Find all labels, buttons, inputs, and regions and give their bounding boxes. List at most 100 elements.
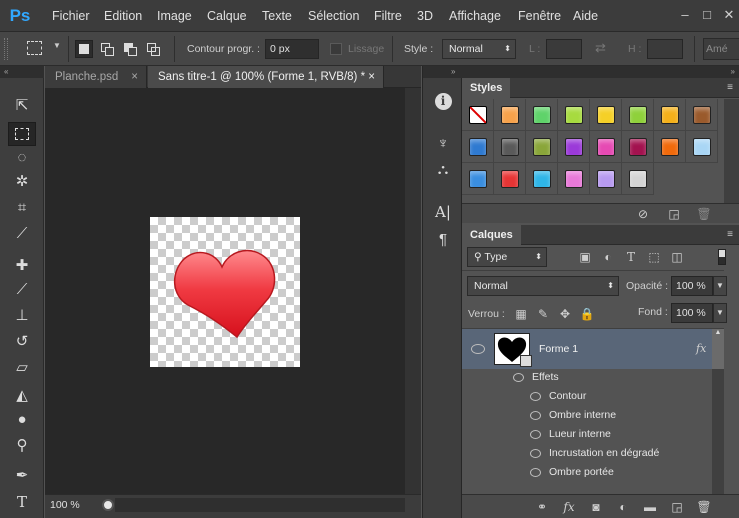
maximize-button[interactable]: □: [697, 6, 717, 24]
lock-pixels-icon[interactable]: ✎: [535, 306, 551, 322]
menu-texte[interactable]: Texte: [262, 0, 292, 32]
magic-wand-tool-icon[interactable]: ✲: [8, 170, 36, 194]
layer-fx-icon[interactable]: fx: [696, 329, 706, 369]
healing-brush-tool-icon[interactable]: ✚: [8, 254, 36, 278]
menu-3d[interactable]: 3D: [417, 0, 433, 32]
lasso-tool-icon[interactable]: ◌: [8, 146, 36, 170]
status-info-icon[interactable]: [102, 499, 114, 511]
eraser-tool-icon[interactable]: ▱: [8, 356, 36, 380]
chevron-down-icon[interactable]: ▼: [713, 303, 727, 323]
menu-selection[interactable]: Sélection: [308, 0, 359, 32]
intersect-selection-button[interactable]: [144, 40, 162, 58]
subtract-selection-button[interactable]: [121, 40, 139, 58]
menu-filtre[interactable]: Filtre: [374, 0, 402, 32]
paint-bucket-tool-icon[interactable]: ◭: [8, 384, 36, 408]
new-selection-button[interactable]: [75, 40, 93, 58]
visibility-eye-icon[interactable]: [530, 392, 541, 401]
menu-edition[interactable]: Edition: [104, 0, 142, 32]
visibility-eye-icon[interactable]: [530, 468, 541, 477]
add-style-icon[interactable]: fx: [561, 499, 577, 515]
fill-input[interactable]: 100 %: [671, 303, 713, 323]
lock-transparent-icon[interactable]: ▦: [513, 306, 529, 322]
zoom-level[interactable]: 100 %: [50, 495, 80, 515]
swap-icon[interactable]: ⇄: [595, 40, 606, 56]
style-preset-cell[interactable]: [622, 163, 654, 195]
rectangular-marquee-tool-icon[interactable]: [8, 122, 36, 146]
brush-tool-icon[interactable]: ⟋: [8, 278, 36, 302]
layer-filter-select[interactable]: ⚲ Type ⬍: [467, 247, 547, 267]
style-preset-cell[interactable]: [654, 131, 686, 163]
new-adjustment-icon[interactable]: ◐: [615, 499, 631, 515]
style-preset-cell[interactable]: [590, 99, 622, 131]
eyedropper-tool-icon[interactable]: ⟋: [8, 222, 36, 246]
new-group-icon[interactable]: ▬: [642, 499, 658, 515]
link-layers-icon[interactable]: ⚭: [534, 499, 550, 515]
menu-image[interactable]: Image: [157, 0, 192, 32]
crop-tool-icon[interactable]: ⌗: [8, 196, 36, 220]
visibility-eye-icon[interactable]: [530, 449, 541, 458]
layers-scrollbar[interactable]: [712, 369, 724, 494]
filter-type-icon[interactable]: T: [623, 249, 639, 265]
style-preset-cell[interactable]: [558, 163, 590, 195]
style-preset-cell[interactable]: [462, 163, 494, 195]
effect-row-contour[interactable]: Contour: [462, 387, 718, 406]
visibility-eye-icon[interactable]: [530, 411, 541, 420]
layer-row-forme-1[interactable]: Forme 1 fx: [462, 329, 712, 369]
paragraph-icon[interactable]: ¶: [431, 228, 455, 252]
style-preset-cell[interactable]: [526, 163, 558, 195]
collapse-icon[interactable]: »: [462, 66, 739, 78]
clear-style-icon[interactable]: ⊘: [635, 206, 651, 222]
style-preset-cell[interactable]: [462, 131, 494, 163]
style-preset-cell[interactable]: [590, 163, 622, 195]
style-preset-cell[interactable]: [462, 99, 494, 131]
effect-row-ombre-interne[interactable]: Ombre interne: [462, 406, 718, 425]
close-icon[interactable]: ×: [368, 66, 375, 88]
layer-name[interactable]: Forme 1: [539, 329, 578, 369]
height-input[interactable]: [647, 39, 683, 59]
width-input[interactable]: [546, 39, 582, 59]
filter-smart-object-icon[interactable]: ◫: [669, 249, 685, 265]
style-preset-cell[interactable]: [494, 99, 526, 131]
new-layer-icon[interactable]: ◲: [669, 499, 685, 515]
filter-toggle[interactable]: [718, 249, 726, 265]
style-preset-cell[interactable]: [526, 99, 558, 131]
style-preset-cell[interactable]: [494, 131, 526, 163]
info-icon[interactable]: i: [431, 90, 455, 114]
close-window-button[interactable]: ✕: [719, 6, 739, 24]
visibility-eye-icon[interactable]: [471, 344, 485, 354]
panel-menu-icon[interactable]: ≡: [727, 82, 733, 93]
tab-planche[interactable]: Planche.psd ×: [45, 66, 147, 88]
menu-affichage[interactable]: Affichage: [449, 0, 501, 32]
document-canvas[interactable]: [150, 217, 300, 367]
refine-edge-button[interactable]: Amé: [703, 38, 739, 60]
add-selection-button[interactable]: [98, 40, 116, 58]
menu-fichier[interactable]: Fichier: [52, 0, 90, 32]
history-brush-tool-icon[interactable]: ↺: [8, 330, 36, 354]
tab-layers[interactable]: Calques: [462, 225, 521, 245]
effect-row-lueur-interne[interactable]: Lueur interne: [462, 425, 718, 444]
brush-presets-icon[interactable]: ♆: [431, 132, 455, 156]
character-icon[interactable]: A|: [431, 200, 455, 224]
effect-row-ombre-portee[interactable]: Ombre portée: [462, 463, 718, 482]
lock-all-icon[interactable]: 🔒: [579, 306, 595, 322]
panel-menu-icon[interactable]: ≡: [727, 229, 733, 240]
tab-sans-titre[interactable]: Sans titre-1 @ 100% (Forme 1, RVB/8) * ×: [148, 66, 384, 88]
minimize-button[interactable]: –: [675, 6, 695, 24]
add-mask-icon[interactable]: ◙: [588, 499, 604, 515]
blend-mode-select[interactable]: Normal ⬍: [467, 276, 619, 296]
styles-scrollbar[interactable]: [724, 99, 739, 203]
visibility-eye-icon[interactable]: [530, 430, 541, 439]
close-icon[interactable]: ×: [131, 66, 138, 88]
style-preset-cell[interactable]: [494, 163, 526, 195]
filter-pixel-icon[interactable]: ▣: [577, 249, 593, 265]
feather-input[interactable]: 0 px: [265, 39, 319, 59]
new-style-icon[interactable]: ◲: [666, 206, 682, 222]
filter-adjustment-icon[interactable]: ◐: [600, 249, 616, 265]
filter-shape-icon[interactable]: ⬚: [646, 249, 662, 265]
collapse-icon[interactable]: «: [0, 66, 44, 78]
style-preset-cell[interactable]: [654, 99, 686, 131]
delete-style-icon[interactable]: 🗑: [696, 206, 712, 222]
style-preset-cell[interactable]: [622, 131, 654, 163]
blur-tool-icon[interactable]: ●: [8, 408, 36, 432]
style-preset-cell[interactable]: [558, 131, 590, 163]
